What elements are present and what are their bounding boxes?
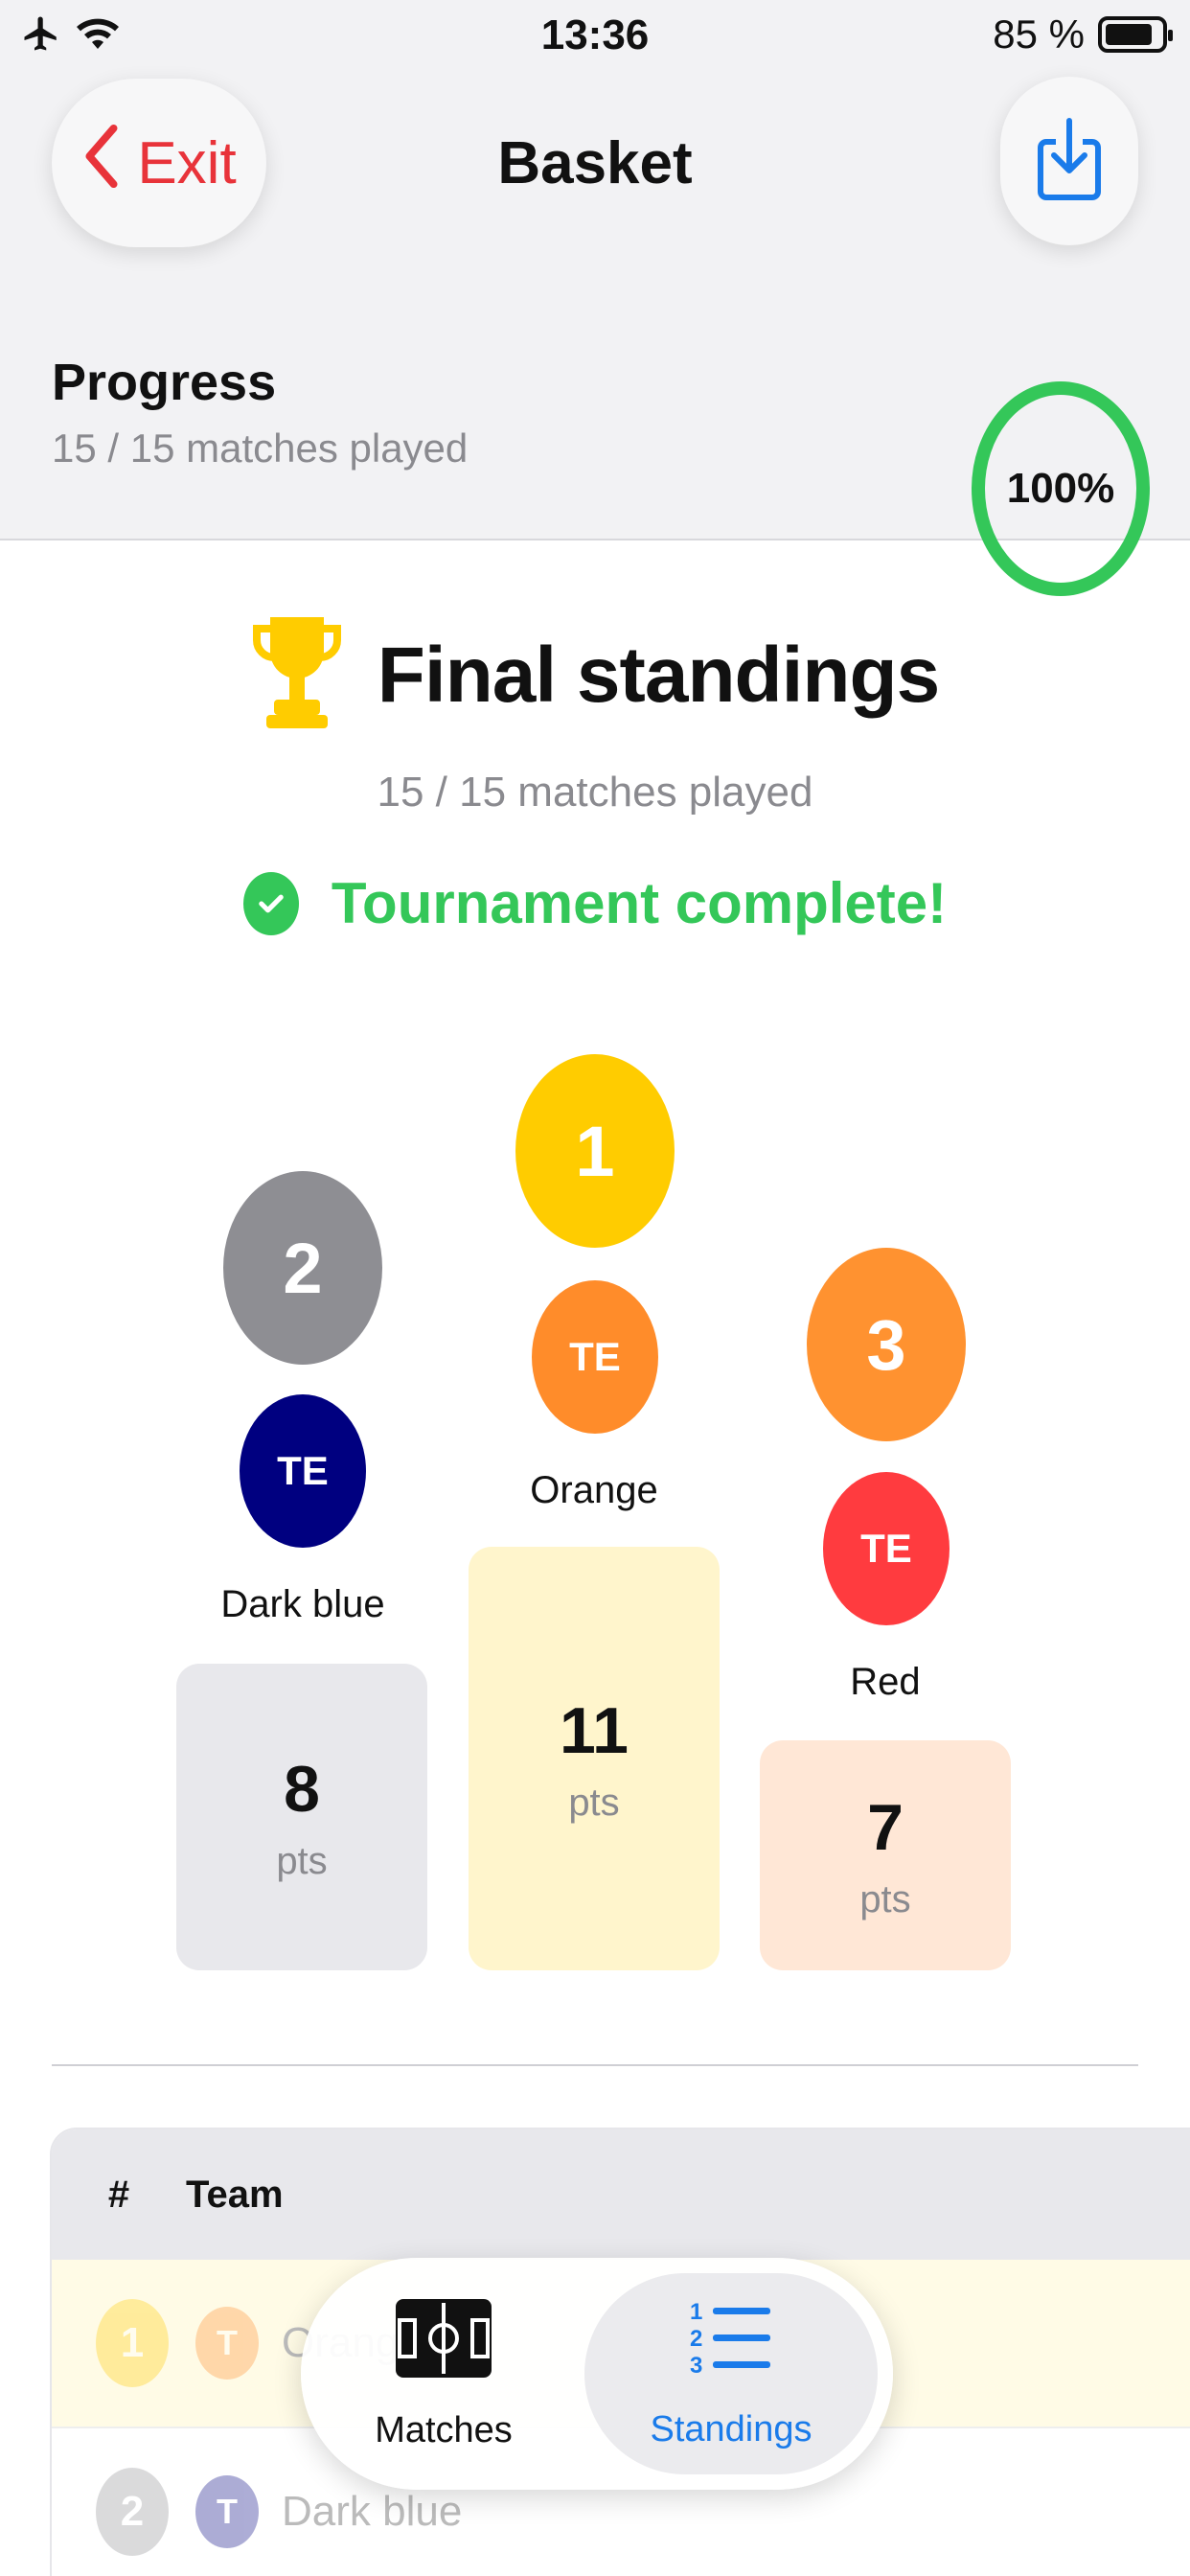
points-unit: pts: [859, 1877, 911, 1920]
progress-subtitle: 15 / 15 matches played: [52, 426, 469, 471]
team-avatar: T: [195, 2307, 259, 2380]
points-value: 7: [867, 1790, 904, 1864]
battery-icon: [1098, 16, 1173, 53]
tab-standings-label: Standings: [650, 2408, 812, 2450]
podium-team-name-3: Red: [850, 1661, 921, 1703]
export-button[interactable]: [1000, 77, 1138, 245]
rank-badge-2: 2: [223, 1171, 382, 1365]
team-avatar-orange: TE: [532, 1280, 658, 1434]
points-value: 11: [560, 1693, 629, 1767]
tab-matches[interactable]: Matches: [318, 2273, 569, 2474]
tournament-complete-banner: Tournament complete!: [0, 870, 1190, 936]
field-icon: [394, 2297, 493, 2389]
tournament-complete-label: Tournament complete!: [331, 871, 948, 935]
svg-text:2: 2: [690, 2326, 702, 2352]
rank-badge-3: 3: [807, 1248, 966, 1441]
trophy-icon: [251, 613, 343, 737]
points-unit: pts: [276, 1839, 328, 1882]
team-name: Dark blue: [282, 2488, 463, 2535]
final-standings-header: Final standings: [0, 613, 1190, 737]
status-bar: 13:36 85 %: [0, 0, 1190, 77]
tab-bar: Matches 1 2 3 Standings: [301, 2258, 893, 2490]
team-avatar-red: TE: [823, 1472, 950, 1625]
tab-standings[interactable]: 1 2 3 Standings: [584, 2273, 878, 2474]
numbered-list-icon: 1 2 3: [690, 2298, 772, 2388]
final-standings-title: Final standings: [377, 631, 940, 719]
svg-text:3: 3: [690, 2353, 702, 2379]
column-header-team: Team: [186, 2173, 284, 2216]
podium-points-2: 8 pts: [176, 1664, 427, 1970]
progress-title: Progress: [52, 354, 277, 411]
rank-badge-1: 1: [515, 1054, 675, 1248]
checkmark-icon: [242, 871, 299, 935]
progress-percent: 100%: [1006, 465, 1115, 512]
column-header-rank: #: [107, 2173, 130, 2216]
tab-matches-label: Matches: [375, 2409, 513, 2450]
divider: [52, 2064, 1138, 2066]
rank-badge: 1: [96, 2299, 169, 2387]
team-avatar-dark-blue: TE: [240, 1394, 366, 1548]
svg-text:1: 1: [690, 2299, 702, 2325]
rank-badge: 2: [96, 2468, 169, 2556]
podium-team-name-1: Orange: [530, 1469, 658, 1511]
points-unit: pts: [568, 1781, 620, 1824]
progress-ring: 100%: [972, 381, 1150, 596]
podium-points-3: 7 pts: [760, 1740, 1011, 1970]
podium-team-name-2: Dark blue: [220, 1583, 385, 1625]
points-value: 8: [284, 1752, 320, 1826]
final-standings-subtitle: 15 / 15 matches played: [377, 769, 813, 816]
podium-points-1: 11 pts: [469, 1547, 720, 1970]
team-avatar: T: [195, 2475, 259, 2548]
download-icon: [1035, 115, 1104, 208]
battery-percent: 85 %: [993, 12, 1085, 57]
header: Exit Basket Progress 15 / 15 matches pla…: [0, 77, 1190, 596]
table-header: # Team: [52, 2129, 1190, 2260]
